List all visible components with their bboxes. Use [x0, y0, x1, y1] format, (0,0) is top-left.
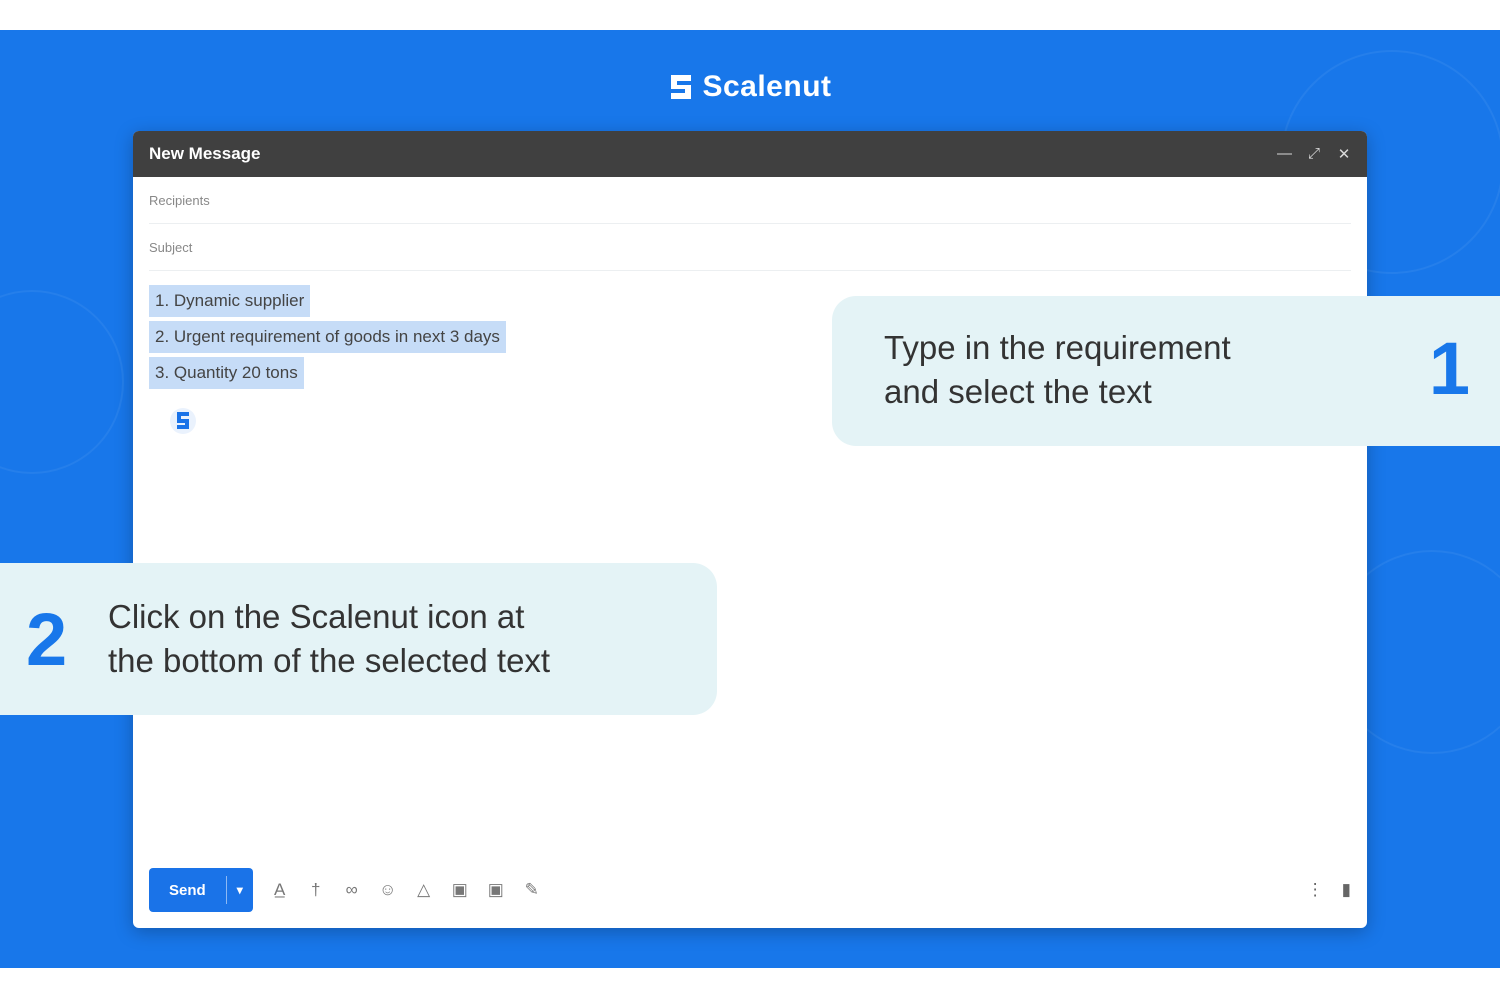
minimize-icon[interactable]: —: [1277, 145, 1292, 163]
selected-text-line: 1. Dynamic supplier: [149, 285, 311, 317]
pen-icon[interactable]: ✎: [521, 880, 543, 900]
recipients-placeholder: Recipients: [149, 192, 210, 208]
recipients-field[interactable]: Recipients: [149, 177, 1351, 224]
promo-background: Scalenut New Message — ⤢ ✕ Recipients Su…: [0, 30, 1500, 968]
step-2-number: 2: [26, 598, 68, 681]
compose-toolbar: Send ▾ A̲ † ∞ ☺ △ ▣ ▣ ✎ ⋮ ▮: [149, 868, 1351, 912]
step-2-text-line: the bottom of the selected text: [108, 642, 551, 679]
step-1-text-line: and select the text: [884, 373, 1152, 410]
window-controls: — ⤢ ✕: [1277, 145, 1351, 163]
subject-placeholder: Subject: [149, 239, 193, 255]
link-icon[interactable]: ∞: [341, 880, 363, 900]
expand-icon[interactable]: ⤢: [1307, 145, 1321, 163]
send-label: Send: [169, 881, 206, 899]
attach-icon[interactable]: †: [305, 880, 327, 900]
step-2-callout: 2 Click on the Scalenut icon at the bott…: [0, 563, 717, 715]
image-icon[interactable]: ▣: [449, 880, 471, 900]
trash-icon[interactable]: ▮: [1342, 880, 1351, 900]
scalenut-icon[interactable]: [169, 405, 197, 437]
toolbar-right: ⋮ ▮: [1307, 880, 1351, 900]
compose-titlebar: New Message — ⤢ ✕: [133, 131, 1367, 177]
chevron-down-icon[interactable]: ▾: [227, 883, 253, 897]
scalenut-logo-icon: [671, 75, 692, 99]
drive-icon[interactable]: △: [413, 880, 435, 900]
close-icon[interactable]: ✕: [1337, 145, 1351, 163]
step-1-number: 1: [1428, 327, 1470, 410]
background-decoration: [0, 290, 124, 474]
step-1-text-line: Type in the requirement: [884, 329, 1231, 366]
text-format-icon[interactable]: A̲: [269, 880, 291, 900]
scalenut-logo: Scalenut: [0, 70, 1500, 104]
send-button[interactable]: Send ▾: [149, 868, 253, 912]
step-2-text-line: Click on the Scalenut icon at: [108, 598, 525, 635]
emoji-icon[interactable]: ☺: [377, 880, 399, 900]
lock-icon[interactable]: ▣: [485, 880, 507, 900]
compose-title: New Message: [149, 144, 261, 163]
scalenut-mini-icon: [170, 408, 196, 434]
compose-window: New Message — ⤢ ✕ Recipients Subject 1. …: [133, 131, 1367, 928]
formatting-icons: A̲ † ∞ ☺ △ ▣ ▣ ✎: [269, 880, 543, 900]
more-options-icon[interactable]: ⋮: [1307, 880, 1324, 900]
subject-field[interactable]: Subject: [149, 224, 1351, 271]
brand-name: Scalenut: [702, 70, 832, 103]
selected-text-line: 3. Quantity 20 tons: [149, 357, 304, 389]
step-1-callout: Type in the requirement and select the t…: [832, 296, 1500, 446]
selected-text-line: 2. Urgent requirement of goods in next 3…: [149, 321, 506, 353]
